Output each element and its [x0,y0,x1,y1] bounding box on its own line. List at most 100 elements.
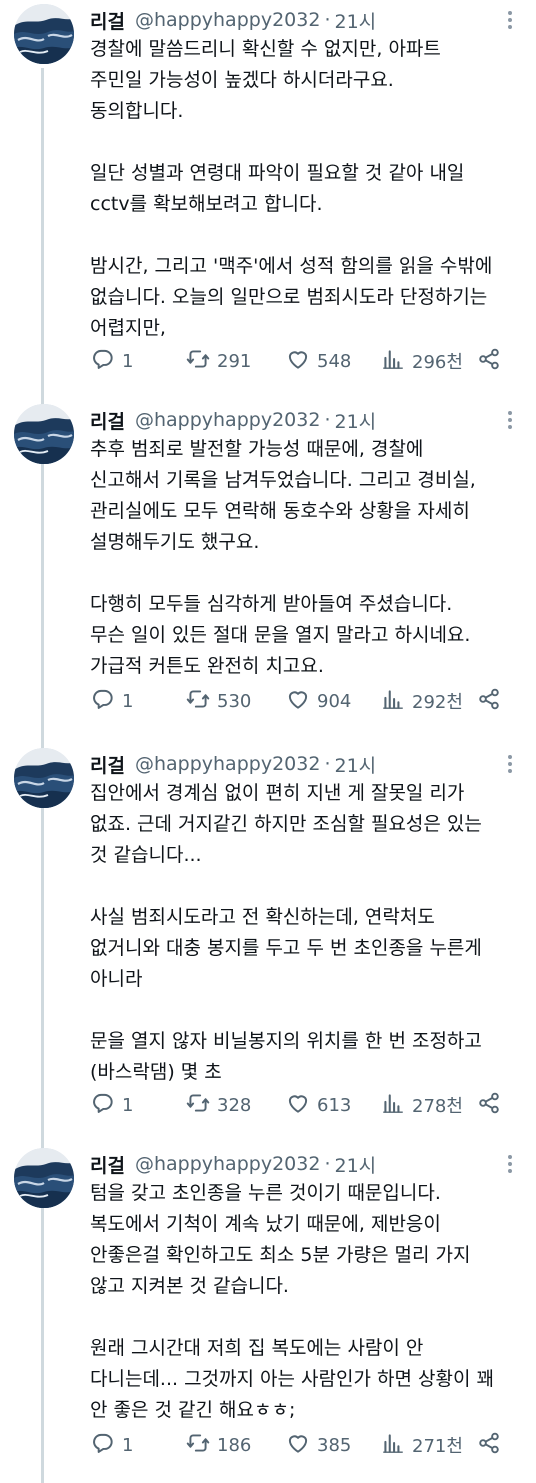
tweet-body: 집안에서 경계심 없이 편히 지낸 게 잘못일 리가없죠. 근데 거지같긴 하지… [90,778,530,1088]
avatar[interactable] [14,1148,74,1208]
tweet-text-line: 무슨 일이 있든 절대 문을 열지 말라고 하시네요. [90,624,471,646]
display-name[interactable]: 리걸 [90,751,125,778]
retweet-icon [185,346,211,377]
tweet-text-line: 신고해서 기록을 남겨두었습니다. 그리고 경비실, [90,469,476,491]
user-handle[interactable]: @happyhappy2032 [135,409,320,431]
tweet-text-line: 안 좋은 것 같긴 해요ㅎㅎ; [90,1399,296,1421]
user-handle[interactable]: @happyhappy2032 [135,9,320,31]
retweet-button[interactable]: 186 [185,1430,251,1460]
share-icon [476,1430,502,1461]
share-button[interactable] [476,346,502,376]
retweet-count: 328 [217,1094,252,1116]
more-icon[interactable] [498,10,522,30]
timestamp[interactable]: 21시 [334,1151,376,1178]
tweet-text-line: 복도에서 기척이 계속 났기 때문에, 제반응이 [90,1213,441,1235]
separator-dot: · [324,753,331,775]
reply-button[interactable]: 1 [90,1430,133,1460]
heart-icon [285,686,311,717]
tweet-text-line: 동의합니다. [90,100,184,122]
views-button[interactable]: 292천 [380,686,463,716]
tweet-text-line: 다니는데... 그것까지 아는 사람인가 하면 상황이 꽤 [90,1368,494,1390]
display-name[interactable]: 리걸 [90,1151,125,1178]
reply-icon [90,686,116,717]
heart-icon [285,1090,311,1121]
views-icon [380,686,406,717]
tweet-text-line: 텀을 갖고 초인종을 누른 것이기 때문입니다. [90,1182,441,1204]
reply-icon [90,346,116,377]
share-icon [476,346,502,377]
tweet-actions: 1 291 548 296천 [90,346,510,376]
retweet-button[interactable]: 291 [185,346,251,376]
like-button[interactable]: 613 [285,1090,351,1120]
tweet-text-line: 집안에서 경계심 없이 편히 지낸 게 잘못일 리가 [90,782,465,804]
reply-button[interactable]: 1 [90,686,133,716]
share-icon [476,686,502,717]
tweet-actions: 1 530 904 292천 [90,686,510,716]
display-name[interactable]: 리걸 [90,407,125,434]
views-icon [380,1090,406,1121]
user-handle[interactable]: @happyhappy2032 [135,1153,320,1175]
like-button[interactable]: 904 [285,686,351,716]
views-button[interactable]: 278천 [380,1090,463,1120]
like-count: 548 [317,350,352,372]
views-count: 278천 [412,1096,463,1117]
like-button[interactable]: 548 [285,346,351,376]
views-count: 292천 [412,692,463,713]
timestamp[interactable]: 21시 [334,7,376,34]
views-icon [380,346,406,377]
tweet-text-line: 관리실에도 모두 연락해 동호수와 상황을 자세히 [90,500,470,522]
separator-dot: · [324,409,331,431]
avatar[interactable] [14,404,74,464]
retweet-button[interactable]: 530 [185,686,251,716]
tweet-actions: 1 328 613 278천 [90,1090,510,1120]
tweet-text-line: 주민일 가능성이 높겠다 하시더라구요. [90,69,394,91]
share-button[interactable] [476,1090,502,1120]
tweet-text-line: 것 같습니다... [90,844,202,866]
retweet-button[interactable]: 328 [185,1090,251,1120]
share-icon [476,1090,502,1121]
tweet-text-line: cctv를 확보해보려고 합니다. [90,193,323,215]
tweet-text-line: 않고 지켜본 것 같습니다. [90,1275,289,1297]
share-button[interactable] [476,1430,502,1460]
retweet-count: 186 [217,1434,252,1456]
like-count: 904 [317,690,352,712]
views-button[interactable]: 296천 [380,346,463,376]
tweet-text-line: 없죠. 근데 거지같긴 하지만 조심할 필요성은 있는 [90,813,482,835]
reply-button[interactable]: 1 [90,1090,133,1120]
reply-count: 1 [122,350,134,372]
timestamp[interactable]: 21시 [334,407,376,434]
more-icon[interactable] [498,754,522,774]
tweet-text-line: 추후 범죄로 발전할 가능성 때문에, 경찰에 [90,438,424,460]
reply-count: 1 [122,1094,134,1116]
reply-icon [90,1430,116,1461]
user-handle[interactable]: @happyhappy2032 [135,753,320,775]
timestamp[interactable]: 21시 [334,751,376,778]
heart-icon [285,1430,311,1461]
tweet-text-line: 안좋은걸 확인하고도 최소 5분 가량은 멀리 가지 [90,1244,471,1266]
display-name[interactable]: 리걸 [90,7,125,34]
heart-icon [285,346,311,377]
reply-count: 1 [122,690,134,712]
share-button[interactable] [476,686,502,716]
separator-dot: · [324,9,331,31]
avatar[interactable] [14,4,74,64]
tweet-text-line: 가급적 커튼도 완전히 치고요. [90,655,324,677]
reply-button[interactable]: 1 [90,346,133,376]
tweet-text-line: 밤시간, 그리고 '맥주'에서 성적 함의를 읽을 수밖에 [90,255,493,277]
tweet-header: 리걸 @happyhappy2032 · 21시 [90,6,376,34]
avatar[interactable] [14,748,74,808]
views-count: 271천 [412,1436,463,1457]
views-button[interactable]: 271천 [380,1430,463,1460]
tweet-body: 추후 범죄로 발전할 가능성 때문에, 경찰에신고해서 기록을 남겨두었습니다.… [90,434,530,682]
like-button[interactable]: 385 [285,1430,351,1460]
tweet-text-line: (바스락댐) 몇 초 [90,1061,222,1083]
more-icon[interactable] [498,410,522,430]
reply-count: 1 [122,1434,134,1456]
tweet-text-line: 사실 범죄시도라고 전 확신하는데, 연락처도 [90,906,435,928]
retweet-count: 291 [217,350,252,372]
more-icon[interactable] [498,1154,522,1174]
retweet-icon [185,1090,211,1121]
